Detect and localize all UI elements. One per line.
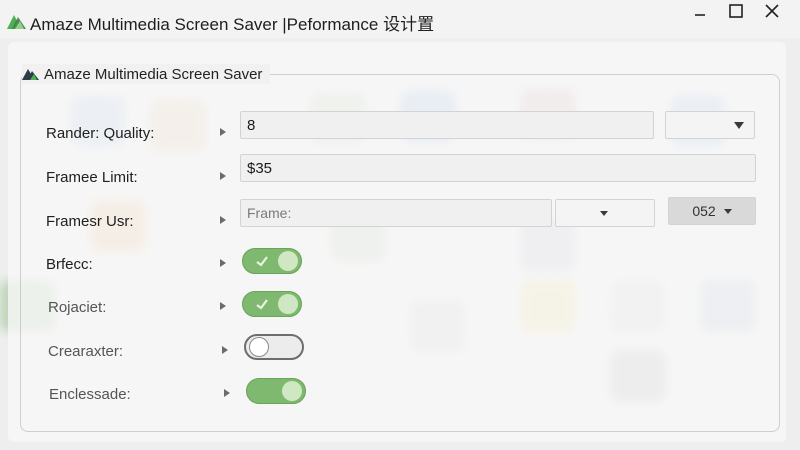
toggle3-label: Crearaxter: [48, 343, 124, 360]
frames-usage-secondary-value: 052 [692, 203, 716, 219]
expand-arrow-icon[interactable] [220, 302, 226, 310]
expand-arrow-icon[interactable] [220, 128, 226, 136]
toggle3-switch[interactable] [244, 334, 304, 360]
expand-arrow-icon[interactable] [222, 346, 228, 354]
checkmark-icon [256, 299, 268, 310]
minimize-button[interactable] [680, 0, 720, 22]
chevron-down-icon [723, 208, 732, 214]
window-title: Amaze Multimedia Screen Saver |Peformanc… [30, 15, 435, 34]
close-icon [765, 4, 779, 18]
group-title: Amaze Multimedia Screen Saver [44, 65, 263, 83]
frames-usage-input[interactable]: Frame: [240, 199, 552, 227]
frames-usage-secondary-dropdown[interactable]: 052 [668, 197, 756, 225]
expand-arrow-icon[interactable] [220, 216, 226, 224]
frame-limit-label: Framee Limit: [46, 169, 138, 186]
title-bar: Amaze Multimedia Screen Saver |Peformanc… [0, 0, 800, 38]
expand-arrow-icon[interactable] [220, 259, 226, 267]
checkmark-icon [256, 256, 268, 267]
toggle-knob [278, 251, 298, 271]
maximize-icon [729, 4, 743, 18]
render-quality-dropdown[interactable] [665, 111, 755, 139]
group-header: Amaze Multimedia Screen Saver [22, 64, 271, 84]
close-button[interactable] [752, 0, 792, 22]
screen-saver-settings-window: Amaze Multimedia Screen Saver |Peformanc… [0, 0, 800, 450]
amaze-logo-icon [7, 15, 26, 29]
toggle-knob [249, 337, 269, 357]
expand-arrow-icon[interactable] [220, 172, 226, 180]
render-quality-input[interactable]: 8 [240, 111, 654, 139]
minimize-icon [695, 14, 705, 16]
chevron-down-icon [600, 210, 608, 216]
toggle4-switch[interactable] [246, 378, 306, 404]
frames-usage-label: Framesr Usr: [46, 213, 134, 230]
toggle1-switch[interactable] [242, 248, 302, 274]
toggle4-label: Enclessade: [49, 386, 131, 403]
frames-usage-dropdown[interactable] [555, 199, 655, 227]
toggle-knob [278, 294, 298, 314]
toggle1-label: Brfecc: [46, 256, 93, 273]
amaze-logo-icon [22, 69, 39, 80]
chevron-down-icon [734, 121, 744, 129]
expand-arrow-icon[interactable] [224, 389, 230, 397]
toggle2-label: Rojaciet: [48, 299, 107, 316]
render-quality-label: Rander: Quality: [46, 125, 155, 142]
toggle2-switch[interactable] [242, 291, 302, 317]
toggle-knob [282, 381, 302, 401]
frame-limit-input[interactable]: $35 [240, 154, 756, 182]
maximize-button[interactable] [716, 0, 756, 22]
